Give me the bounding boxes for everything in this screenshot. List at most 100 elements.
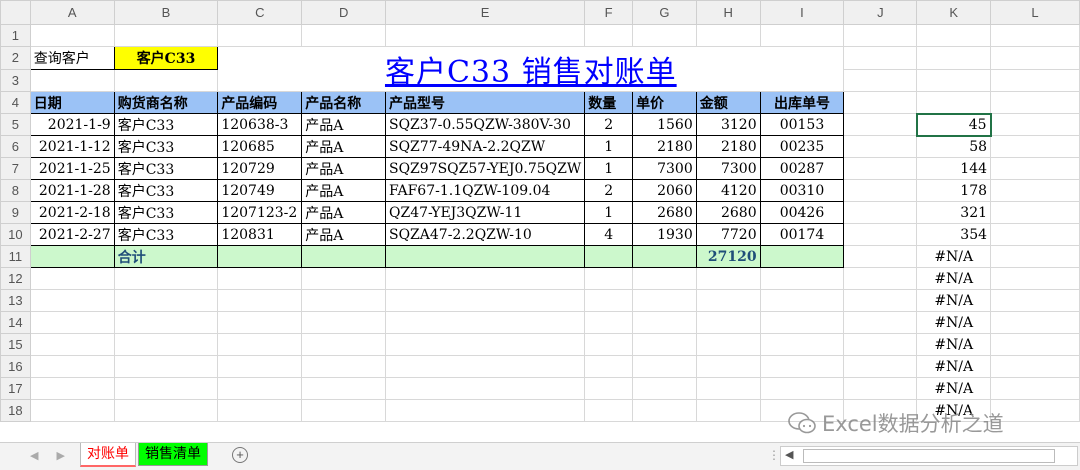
- cell[interactable]: [695, 355, 761, 378]
- date-cell[interactable]: 2021-1-25: [29, 157, 115, 180]
- cell[interactable]: [217, 267, 303, 290]
- column-header[interactable]: I: [759, 0, 845, 25]
- cell[interactable]: [217, 333, 303, 356]
- cell[interactable]: [990, 289, 1080, 312]
- row-header[interactable]: 2: [0, 46, 31, 70]
- cell[interactable]: [759, 355, 845, 378]
- cell[interactable]: [695, 289, 761, 312]
- product-model-cell[interactable]: SQZA47-2.2QZW-10: [384, 223, 586, 246]
- cell[interactable]: [29, 267, 115, 290]
- row-header[interactable]: 14: [0, 311, 31, 334]
- helper-cell[interactable]: 58: [916, 135, 992, 158]
- unit-price-cell[interactable]: 1930: [632, 223, 697, 246]
- product-name-cell[interactable]: 产品A: [301, 201, 386, 224]
- cell[interactable]: [384, 311, 586, 334]
- table-header-cell[interactable]: 日期: [29, 91, 115, 114]
- cell[interactable]: [29, 355, 115, 378]
- cell[interactable]: [29, 377, 115, 400]
- cell[interactable]: [584, 377, 634, 400]
- cell[interactable]: [990, 113, 1080, 136]
- cell[interactable]: [29, 24, 115, 47]
- column-header[interactable]: L: [990, 0, 1080, 25]
- row-header[interactable]: 6: [0, 135, 31, 158]
- date-cell[interactable]: 2021-2-27: [29, 223, 115, 246]
- row-header[interactable]: 9: [0, 201, 31, 224]
- total-amount[interactable]: 27120: [695, 245, 761, 268]
- delivery-no-cell[interactable]: 00287: [759, 157, 845, 180]
- cell[interactable]: [301, 377, 386, 400]
- cell[interactable]: [916, 24, 992, 47]
- amount-cell[interactable]: 2680: [695, 201, 761, 224]
- cell[interactable]: [990, 157, 1080, 180]
- date-cell[interactable]: 2021-1-28: [29, 179, 115, 202]
- cell[interactable]: [584, 355, 634, 378]
- helper-cell[interactable]: #N/A: [916, 333, 992, 356]
- product-code-cell[interactable]: 1207123-2: [217, 201, 303, 224]
- product-code-cell[interactable]: 120729: [217, 157, 303, 180]
- product-name-cell[interactable]: 产品A: [301, 135, 386, 158]
- cell[interactable]: [113, 289, 219, 312]
- date-cell[interactable]: 2021-1-9: [29, 113, 115, 136]
- cell[interactable]: [695, 399, 761, 422]
- total-row-cell[interactable]: [29, 245, 115, 268]
- scroll-splitter-icon[interactable]: ⋮: [768, 448, 780, 462]
- cell[interactable]: [113, 355, 219, 378]
- buyer-cell[interactable]: 客户C33: [113, 157, 219, 180]
- cell[interactable]: [632, 333, 697, 356]
- column-header[interactable]: G: [632, 0, 697, 25]
- tab-reconciliation[interactable]: 对账单: [80, 443, 136, 467]
- cell[interactable]: [584, 267, 634, 290]
- product-model-cell[interactable]: FAF67-1.1QZW-109.04: [384, 179, 586, 202]
- table-header-cell[interactable]: 单价: [632, 91, 697, 114]
- product-model-cell[interactable]: QZ47-YEJ3QZW-11: [384, 201, 586, 224]
- cell[interactable]: [843, 289, 918, 312]
- cell[interactable]: [990, 135, 1080, 158]
- row-header[interactable]: 1: [0, 24, 31, 47]
- row-header[interactable]: 7: [0, 157, 31, 180]
- cell[interactable]: [113, 24, 219, 47]
- row-header[interactable]: 4: [0, 91, 31, 114]
- cell[interactable]: [990, 377, 1080, 400]
- column-header[interactable]: J: [843, 0, 918, 25]
- date-cell[interactable]: 2021-2-18: [29, 201, 115, 224]
- cell[interactable]: [990, 355, 1080, 378]
- amount-cell[interactable]: 4120: [695, 179, 761, 202]
- cell[interactable]: [990, 46, 1080, 70]
- row-header[interactable]: 8: [0, 179, 31, 202]
- product-model-cell[interactable]: SQZ97SQZ57-YEJ0.75QZW: [384, 157, 586, 180]
- row-header[interactable]: 5: [0, 113, 31, 136]
- cell[interactable]: [843, 24, 918, 47]
- total-row-cell[interactable]: [301, 245, 386, 268]
- cell[interactable]: [301, 267, 386, 290]
- cell[interactable]: [384, 377, 586, 400]
- cell[interactable]: [113, 399, 219, 422]
- amount-cell[interactable]: 3120: [695, 113, 761, 136]
- table-header-cell[interactable]: 产品名称: [301, 91, 386, 114]
- cell[interactable]: [301, 24, 386, 47]
- cell[interactable]: [584, 24, 634, 47]
- cell[interactable]: [916, 46, 992, 70]
- quantity-cell[interactable]: 4: [584, 223, 634, 246]
- delivery-no-cell[interactable]: 00174: [759, 223, 845, 246]
- row-header[interactable]: 18: [0, 399, 31, 422]
- unit-price-cell[interactable]: 2180: [632, 135, 697, 158]
- cell[interactable]: [916, 91, 992, 114]
- scrollbar-thumb[interactable]: [803, 449, 1055, 463]
- row-header[interactable]: 12: [0, 267, 31, 290]
- cell[interactable]: [695, 311, 761, 334]
- query-label-cell[interactable]: 查询客户: [29, 46, 115, 70]
- cell[interactable]: [695, 377, 761, 400]
- delivery-no-cell[interactable]: 00426: [759, 201, 845, 224]
- cell[interactable]: [759, 24, 845, 47]
- cell[interactable]: [113, 267, 219, 290]
- cell[interactable]: [916, 68, 992, 92]
- table-header-cell[interactable]: 产品型号: [384, 91, 586, 114]
- column-header[interactable]: D: [301, 0, 386, 25]
- quantity-cell[interactable]: 2: [584, 113, 634, 136]
- row-header[interactable]: 11: [0, 245, 31, 268]
- cell[interactable]: [584, 289, 634, 312]
- cell[interactable]: [632, 311, 697, 334]
- table-header-cell[interactable]: 产品编码: [217, 91, 303, 114]
- cell[interactable]: [759, 311, 845, 334]
- cell[interactable]: [113, 377, 219, 400]
